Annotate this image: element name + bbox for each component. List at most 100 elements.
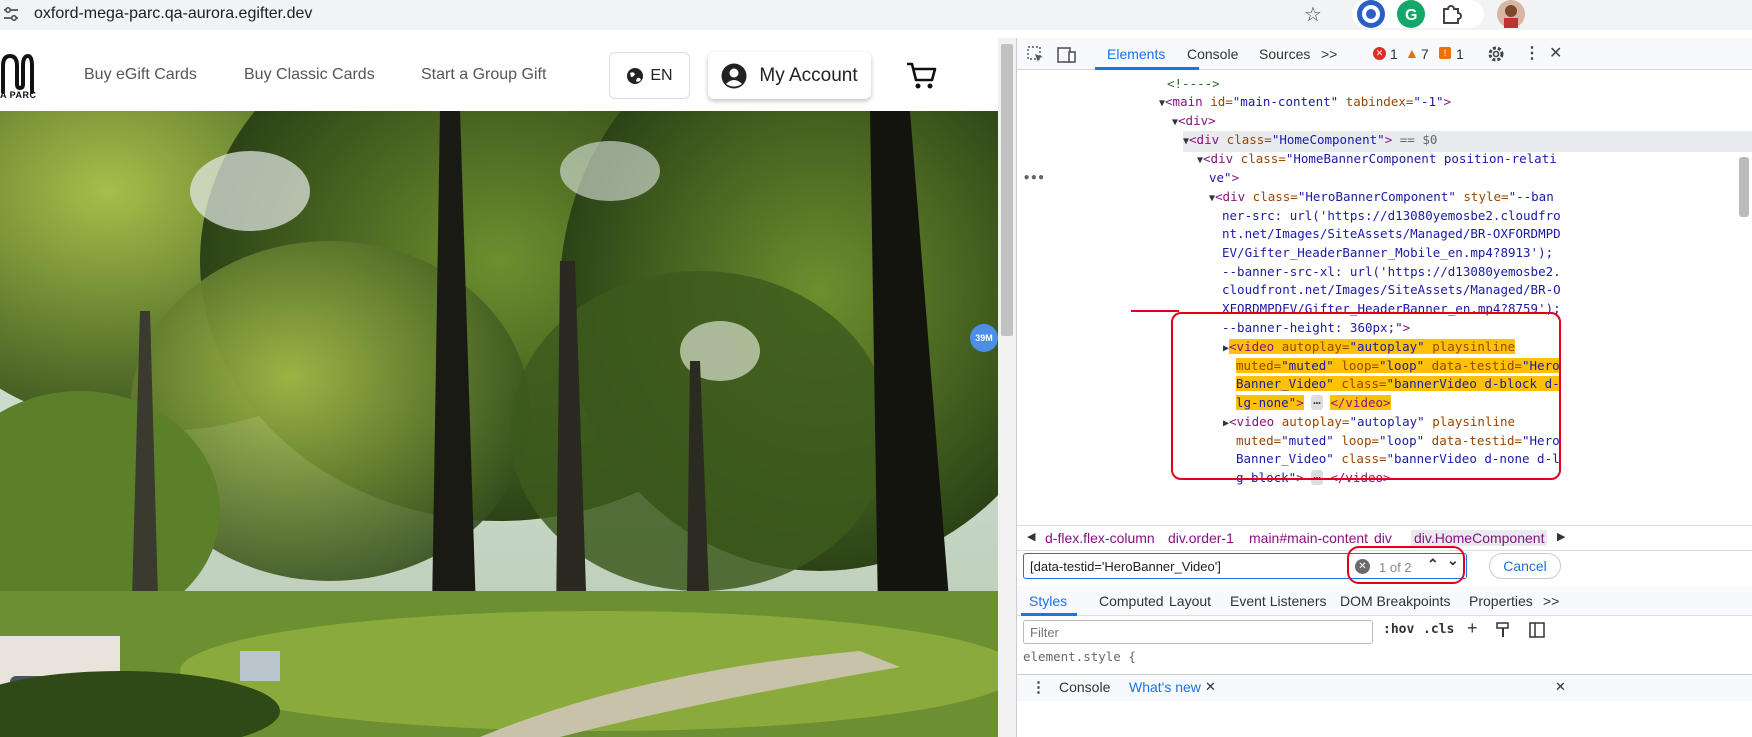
warning-count[interactable]: 7 — [1421, 46, 1429, 62]
drawer-menu-icon[interactable]: ⋮ — [1031, 678, 1046, 696]
styles-filter-input[interactable] — [1023, 620, 1373, 644]
close-drawer-icon[interactable]: ✕ — [1555, 679, 1566, 695]
site-info-icon[interactable] — [2, 6, 20, 22]
cart-icon[interactable] — [906, 62, 938, 90]
dom-line[interactable]: nt.net/Images/SiteAssets/Managed/BR-OXFO… — [1222, 225, 1561, 244]
site-header: A PARC Buy eGift Cards Buy Classic Cards… — [0, 38, 998, 111]
my-account-label: My Account — [759, 64, 858, 86]
more-styles-tabs-button[interactable]: >> — [1543, 593, 1559, 609]
breadcrumb-left-arrow[interactable]: ◀ — [1027, 530, 1035, 543]
profile-avatar[interactable] — [1497, 0, 1525, 28]
breadcrumb-item[interactable]: main#main-content — [1249, 530, 1368, 546]
drawer-tab-console[interactable]: Console — [1059, 679, 1110, 695]
tab-dom-breakpoints[interactable]: DOM Breakpoints — [1340, 593, 1450, 609]
new-style-rule-icon[interactable]: + — [1467, 618, 1478, 639]
clear-search-icon[interactable]: ✕ — [1355, 559, 1370, 574]
element-style-rule: element.style { — [1023, 649, 1136, 664]
breadcrumb-item[interactable]: div.order-1 — [1168, 530, 1234, 546]
cancel-search-button[interactable]: Cancel — [1489, 553, 1561, 579]
more-tabs-button[interactable]: >> — [1321, 46, 1337, 62]
extensions-puzzle-icon[interactable] — [1437, 0, 1465, 28]
search-prev-icon[interactable]: ⌃ — [1427, 556, 1439, 573]
styles-active-indicator — [1021, 613, 1077, 616]
globe-icon — [627, 67, 644, 84]
devtools-tab-bar: Elements Console Sources >> ✕ 1 ▲ 7 ! 1 … — [1017, 38, 1752, 70]
dom-scrollbar-thumb[interactable] — [1739, 157, 1749, 217]
close-whats-new-icon[interactable]: ✕ — [1205, 679, 1216, 695]
issues-count[interactable]: 1 — [1456, 46, 1464, 62]
breadcrumb-right-arrow[interactable]: ▶ — [1557, 530, 1565, 543]
active-tab-indicator — [1095, 67, 1199, 70]
warning-icon[interactable]: ▲ — [1405, 45, 1419, 61]
breadcrumb-item[interactable]: d-flex.flex-column — [1045, 530, 1155, 546]
page-scrollbar[interactable] — [998, 38, 1016, 737]
dom-line[interactable]: --banner-height: 360px;"> — [1222, 319, 1410, 338]
close-devtools-icon[interactable]: ✕ — [1549, 43, 1562, 63]
scrollbar-thumb[interactable] — [1001, 44, 1013, 336]
dom-line[interactable]: ▼<div class="HomeBannerComponent positio… — [1197, 150, 1557, 171]
element-style-label: element.style { — [1023, 649, 1136, 664]
dom-line[interactable]: EV/Gifter_HeaderBanner_Mobile_en.mp4?891… — [1222, 244, 1553, 263]
issues-icon[interactable]: ! — [1439, 47, 1451, 59]
dom-line-selected[interactable]: ▼<div class="HomeComponent"> == $0 — [1183, 131, 1752, 152]
device-toolbar-icon[interactable] — [1057, 46, 1077, 64]
dom-line[interactable]: ▼<div> — [1172, 112, 1216, 133]
my-account-button[interactable]: My Account — [708, 52, 871, 99]
dom-line[interactable]: XFORDMPDEV/Gifter_HeaderBanner_en.mp4?87… — [1222, 300, 1561, 319]
bookmark-star-icon[interactable]: ☆ — [1304, 2, 1322, 27]
dom-line[interactable]: cloudfront.net/Images/SiteAssets/Managed… — [1222, 281, 1561, 300]
inspect-element-icon[interactable] — [1027, 46, 1045, 64]
tab-computed[interactable]: Computed — [1099, 593, 1164, 609]
grammarly-icon[interactable]: G — [1397, 0, 1425, 28]
node-actions-ellipsis[interactable]: ••• — [1023, 169, 1045, 188]
extension-badge[interactable]: 39M — [970, 324, 998, 352]
breadcrumb-item-active[interactable]: div.HomeComponent — [1411, 530, 1548, 546]
dom-line[interactable]: --banner-src-xl: url('https://d13080yemo… — [1222, 263, 1561, 282]
nav-start-group-gift[interactable]: Start a Group Gift — [421, 66, 546, 84]
language-button[interactable]: EN — [609, 52, 690, 99]
user-circle-icon — [721, 63, 747, 88]
dom-line[interactable]: Banner_Video" class="bannerVideo d-block… — [1236, 375, 1560, 394]
extension-1-icon[interactable] — [1357, 0, 1385, 28]
dom-line[interactable]: ner-src: url('https://d13080yemosbe2.clo… — [1222, 207, 1561, 226]
tab-elements[interactable]: Elements — [1107, 46, 1165, 62]
hover-state-toggle[interactable]: :hov — [1383, 622, 1414, 637]
devtools-panel: Elements Console Sources >> ✕ 1 ▲ 7 ! 1 … — [1016, 38, 1752, 737]
tab-event-listeners[interactable]: Event Listeners — [1230, 593, 1327, 609]
error-icon[interactable]: ✕ — [1373, 47, 1386, 60]
more-options-icon[interactable]: ⋮ — [1524, 43, 1540, 63]
settings-gear-icon[interactable] — [1487, 45, 1505, 63]
dom-line[interactable]: ▼<div class="HeroBannerComponent" style=… — [1209, 188, 1554, 209]
tab-properties[interactable]: Properties — [1469, 593, 1533, 609]
dom-line[interactable]: muted="muted" loop="loop" data-testid="H… — [1236, 432, 1560, 451]
tab-styles[interactable]: Styles — [1029, 593, 1067, 609]
error-count[interactable]: 1 — [1390, 46, 1398, 62]
nav-buy-classic-cards[interactable]: Buy Classic Cards — [244, 66, 375, 84]
search-next-icon[interactable]: ⌄ — [1447, 552, 1459, 569]
tab-layout[interactable]: Layout — [1169, 593, 1211, 609]
nav-buy-egift-cards[interactable]: Buy eGift Cards — [84, 66, 197, 84]
website-viewport: A PARC Buy eGift Cards Buy Classic Cards… — [0, 38, 998, 737]
dom-line[interactable]: ve"> — [1209, 169, 1239, 188]
dom-tree: ••• <!----> ▼<main id="main-content" tab… — [1017, 71, 1752, 517]
dom-line[interactable]: ▼<main id="main-content" tabindex="-1"> — [1159, 93, 1451, 114]
dom-line[interactable]: Banner_Video" class="bannerVideo d-none … — [1236, 450, 1560, 469]
class-toggle[interactable]: .cls — [1423, 622, 1454, 637]
drawer-tab-bar: ⋮ Console What's new ✕ ✕ — [1017, 674, 1752, 701]
drawer-tab-whats-new[interactable]: What's new — [1129, 679, 1201, 695]
tab-sources[interactable]: Sources — [1259, 46, 1310, 62]
dom-line[interactable]: g-block"> ⋯ </video> — [1236, 469, 1391, 488]
dom-line-video-1[interactable]: ▶<video autoplay="autoplay" playsinline — [1223, 338, 1516, 359]
dom-line[interactable]: muted="muted" loop="loop" data-testid="H… — [1236, 357, 1560, 376]
toggle-sidebar-icon[interactable] — [1529, 622, 1545, 638]
dom-line[interactable]: <!----> — [1167, 75, 1220, 94]
expand-ellipsis[interactable]: ⋯ — [1311, 470, 1323, 485]
tab-console[interactable]: Console — [1187, 46, 1238, 62]
expand-ellipsis[interactable]: ⋯ — [1311, 395, 1323, 410]
breadcrumb-item[interactable]: div — [1374, 530, 1392, 546]
dom-line[interactable]: lg-none"> ⋯ </video> — [1236, 394, 1391, 413]
browser-toolbar: oxford-mega-parc.qa-aurora.egifter.dev ☆… — [0, 0, 1752, 30]
address-bar[interactable]: oxford-mega-parc.qa-aurora.egifter.dev — [34, 5, 312, 23]
paint-roller-icon[interactable] — [1495, 622, 1511, 638]
dom-line-video-2[interactable]: ▶<video autoplay="autoplay" playsinline — [1223, 413, 1515, 434]
